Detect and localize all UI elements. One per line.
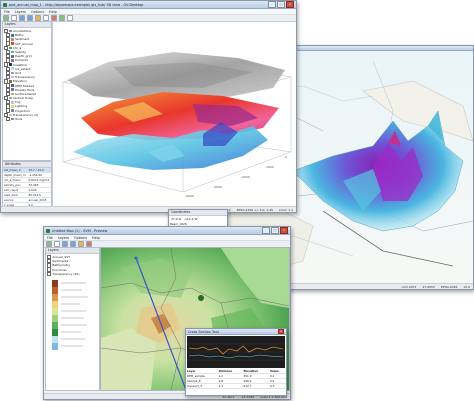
map-window-title: Untitled Map (1) - GVM - Preview	[52, 228, 108, 233]
attribute-name: depth_mean_m	[3, 172, 28, 178]
main-3d-window: plot_annual_map_1 - http://aquamaps.exam…	[0, 0, 297, 213]
layer-icon	[11, 109, 14, 112]
map-app-icon	[46, 228, 50, 233]
main-statusbar: -121.8833, 49.2010 EPSG:4326 +/- 4.0, 1.…	[1, 206, 296, 212]
map-layer-checkbox[interactable]	[47, 271, 52, 277]
app-icon	[3, 2, 7, 7]
profile-cell: 4.1	[217, 383, 243, 389]
axis-tick-label: -1000	[265, 165, 274, 169]
minimize-button[interactable]: –	[268, 1, 276, 8]
attributes-table: sst_mean_C 12.7 / 12.9 depth_mean_m -1,254.…	[3, 168, 51, 206]
axis-tick-label: -3000	[213, 185, 222, 189]
layer-visibility-checkbox[interactable]	[6, 116, 11, 122]
map-titlebar: Untitled Map (1) - GVM - Preview – □ ×	[44, 227, 290, 235]
profile-window-title: Cross Section Tool	[188, 329, 219, 334]
main-3d-viewport[interactable]: -4000 -3000 -2000 -1000 0	[52, 21, 296, 207]
coordinate-lat: 37.9 N	[171, 217, 181, 221]
main-window-title: plot_annual_map_1 - http://aquamaps.exam…	[9, 2, 144, 7]
elevation-profile-plot	[187, 336, 285, 368]
menu-file[interactable]: File	[4, 10, 10, 14]
layer-icon	[11, 84, 14, 87]
menu-layers[interactable]: Layers	[15, 10, 26, 14]
map-close-button[interactable]: ×	[280, 227, 288, 234]
layer-icon	[11, 105, 14, 108]
map-menu-help[interactable]: Help	[92, 236, 100, 240]
stacked-layers-scene[interactable]: -4000 -3000 -2000 -1000 0	[53, 22, 296, 206]
map-legend-panel: Layers Annual_SST Sediments Bathymetry Prov…	[45, 247, 100, 391]
layer-icon	[11, 33, 14, 37]
layer-icon	[11, 100, 14, 104]
layer-icon	[9, 96, 12, 100]
main-status-zoom: zoom 1:1	[279, 207, 293, 212]
attributes-panel: Attributes sst_mean_C 12.7 / 12.9 depth_me…	[2, 161, 52, 207]
profile-cell: Transect_3	[186, 383, 218, 389]
map-menu-options[interactable]: Options	[74, 236, 87, 240]
map-menu-layers[interactable]: Layers	[58, 236, 69, 240]
coordinate-lon: -112.4 W	[183, 217, 198, 221]
layer-icon	[9, 46, 12, 50]
layer-icon	[11, 42, 14, 45]
layer-icon	[9, 63, 12, 66]
main-titlebar: plot_annual_map_1 - http://aquamaps.exam…	[1, 1, 296, 9]
maximize-button[interactable]: □	[277, 1, 285, 8]
layers-tree: Annotations Bathy Sediment SST_Annual Chl_a S…	[3, 28, 51, 122]
profile-row[interactable]: Transect_3 4.1 612.7 0.3	[186, 383, 286, 389]
layer-icon	[11, 54, 14, 58]
map-minimize-button[interactable]: –	[262, 227, 270, 234]
terrain-status-crs: EPSG:4326	[440, 284, 458, 289]
layer-icon	[11, 92, 14, 96]
layer-icon	[11, 71, 14, 75]
layer-icon	[11, 38, 14, 41]
attribute-value: 0.8214 mg/m3	[27, 177, 51, 183]
map-menu-file[interactable]: File	[47, 236, 53, 240]
map-legend-list: Annual_SST Sediments Bathymetry Provinces Tr…	[46, 254, 99, 277]
layer-icon	[11, 50, 14, 54]
profile-titlebar: Cross Section Tool ×	[186, 329, 286, 335]
profile-close-button[interactable]: ×	[278, 329, 284, 334]
layer-icon	[11, 59, 14, 62]
map-maximize-button[interactable]: □	[271, 227, 279, 234]
layer-icon	[11, 117, 14, 121]
axis-tick-label: -4000	[185, 194, 194, 198]
map-legend-label: Transparency (40)	[52, 271, 80, 276]
layer-label: Tools	[14, 117, 23, 122]
axis-tick-label: -2000	[241, 175, 250, 179]
layers-panel: Layers Annotations Bathy Sediment SST_Annua…	[2, 21, 52, 161]
profile-table: Layer Distance Elevation Value DEM_sample 1.2…	[186, 369, 286, 389]
layer-icon	[9, 80, 12, 83]
terrain-status-exag: x5.0	[463, 284, 470, 289]
layer-icon	[9, 29, 12, 33]
terrain-status-lat: 47.6055	[422, 284, 435, 289]
profile-cell: 612.7	[242, 383, 269, 389]
profile-cell: 0.3	[268, 383, 286, 389]
color-ramp-legend	[52, 279, 88, 350]
layer-icon	[9, 113, 12, 117]
layer-icon	[11, 67, 14, 71]
map-legend-item[interactable]: Transparency (40)	[47, 271, 99, 277]
layer-item[interactable]: Tools	[4, 116, 51, 122]
axis-tick-label: 0	[285, 155, 287, 159]
menu-help[interactable]: Help	[49, 10, 57, 14]
main-status-crs: EPSG:4326 +/- 4.0, 1.45	[236, 207, 274, 212]
profile-window: Cross Section Tool × Layer Distance Elevat…	[185, 328, 287, 396]
close-button[interactable]: ×	[286, 1, 294, 8]
layer-icon	[11, 75, 14, 79]
menu-options[interactable]: Options	[31, 10, 44, 14]
layer-icon	[11, 88, 14, 92]
terrain-status-lon: -112.4971	[401, 284, 417, 289]
